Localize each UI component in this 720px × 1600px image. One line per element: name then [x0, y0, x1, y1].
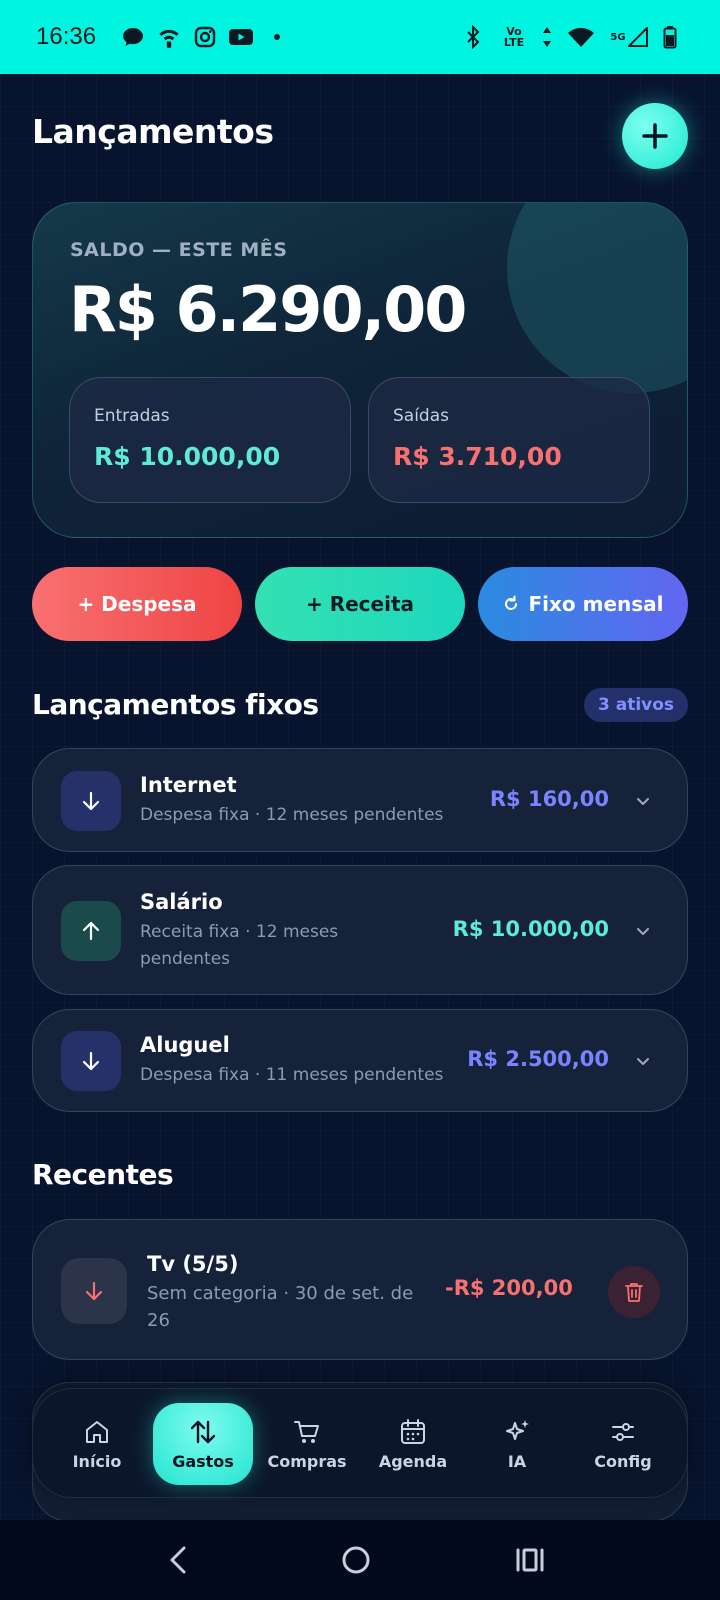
volte-bottom-text: LTE	[503, 36, 525, 49]
fixed-section-title: Lançamentos fixos	[32, 688, 319, 721]
income-icon-box	[61, 901, 121, 961]
recent-icon-box	[61, 1258, 127, 1324]
add-fixed-monthly-button[interactable]: Fixo mensal	[478, 567, 688, 641]
recent-item-tv[interactable]: Tv (5/5) Sem categoria · 30 de set. de 2…	[32, 1219, 688, 1360]
status-time: 16:36	[36, 23, 97, 50]
cart-icon	[294, 1420, 319, 1443]
swap-vertical-icon	[190, 1420, 216, 1443]
youtube-icon	[226, 22, 256, 52]
expense-card: Saídas R$ 3.710,00	[368, 377, 650, 503]
balance-value: R$ 6.290,00	[69, 273, 467, 346]
plus-icon	[642, 123, 668, 149]
back-button[interactable]	[164, 1544, 194, 1576]
home-icon	[86, 1420, 108, 1443]
back-icon	[170, 1546, 186, 1574]
network-type: 5G	[610, 31, 626, 43]
fixed-item-amount: R$ 160,00	[489, 787, 609, 811]
fixed-item-subtitle: Despesa fixa · 12 meses pendentes	[140, 805, 444, 825]
data-arrows-icon	[540, 22, 554, 52]
add-income-button[interactable]: + Receita	[255, 567, 465, 641]
bottom-nav: Início Gastos Compras Agenda IA Config	[32, 1388, 688, 1498]
nav-item-ia[interactable]: IA	[467, 1403, 567, 1485]
add-expense-label: + Despesa	[77, 592, 197, 616]
dot-icon	[262, 22, 292, 52]
nav-label: IA	[507, 1451, 527, 1471]
recent-item-amount: -R$ 200,00	[445, 1276, 573, 1300]
active-count-badge: 3 ativos	[584, 688, 688, 722]
nav-item-gastos[interactable]: Gastos	[153, 1403, 253, 1485]
battery-icon	[662, 22, 678, 52]
trash-icon	[625, 1283, 643, 1302]
nav-item-agenda[interactable]: Agenda	[363, 1403, 463, 1485]
arrow-up-icon	[82, 921, 100, 941]
expense-value: R$ 3.710,00	[393, 442, 562, 471]
balance-card: SALDO — ESTE MÊS R$ 6.290,00 Entradas R$…	[32, 202, 688, 538]
instagram-icon	[190, 22, 220, 52]
delete-button[interactable]	[608, 1266, 660, 1318]
fixed-item-name: Aluguel	[140, 1033, 230, 1057]
expense-label: Saídas	[393, 406, 449, 426]
fixed-item-name: Salário	[140, 890, 223, 914]
recents-button[interactable]	[514, 1544, 546, 1576]
add-income-label: + Receita	[305, 592, 415, 616]
nav-item-inicio[interactable]: Início	[47, 1403, 147, 1485]
chevron-down-icon[interactable]	[633, 791, 653, 811]
recents-icon	[516, 1548, 544, 1572]
fixed-item-amount: R$ 10.000,00	[452, 917, 609, 941]
income-card: Entradas R$ 10.000,00	[69, 377, 351, 503]
fixed-item-aluguel[interactable]: Aluguel Despesa fixa · 11 meses pendente…	[32, 1009, 688, 1112]
arrow-down-icon	[85, 1281, 103, 1301]
5g-signal-icon: 5G	[608, 22, 650, 52]
bluetooth-icon	[458, 22, 488, 52]
nav-label: Agenda	[378, 1451, 448, 1471]
recent-section-title: Recentes	[32, 1158, 174, 1191]
sliders-icon	[612, 1422, 634, 1441]
status-bar: 16:36 Vo LTE 5G	[0, 0, 720, 74]
add-expense-button[interactable]: + Despesa	[32, 567, 242, 641]
add-fixed-monthly-label: Fixo mensal	[528, 592, 664, 616]
fixed-item-amount: R$ 2.500,00	[467, 1047, 609, 1071]
income-label: Entradas	[94, 406, 170, 426]
system-nav-bar	[0, 1520, 720, 1600]
fixed-item-subtitle: Despesa fixa · 11 meses pendentes	[140, 1065, 444, 1085]
expense-icon-box	[61, 1031, 121, 1091]
income-value: R$ 10.000,00	[94, 442, 281, 471]
nav-label: Config	[594, 1451, 652, 1471]
arrow-down-icon	[82, 1051, 100, 1071]
wifi-call-icon	[154, 22, 184, 52]
volte-icon: Vo LTE	[500, 22, 528, 52]
fixed-item-subtitle: Receita fixa · 12 meses pendentes	[140, 922, 339, 969]
calendar-icon	[401, 1418, 425, 1444]
arrow-down-icon	[82, 791, 100, 811]
refresh-icon	[505, 595, 518, 610]
chat-bubble-icon	[118, 22, 148, 52]
nav-label: Início	[72, 1451, 122, 1471]
nav-label: Gastos	[172, 1451, 234, 1471]
expense-icon-box	[61, 771, 121, 831]
fixed-item-salario[interactable]: Salário Receita fixa · 12 meses pendente…	[32, 865, 688, 995]
recent-item-name: Tv (5/5)	[147, 1252, 239, 1276]
sparkles-icon	[506, 1419, 529, 1440]
chevron-down-icon[interactable]	[633, 921, 653, 941]
nav-label: Compras	[267, 1451, 347, 1471]
fixed-item-name: Internet	[140, 773, 237, 797]
add-button[interactable]	[622, 103, 688, 169]
chevron-down-icon[interactable]	[633, 1051, 653, 1071]
balance-glow	[507, 203, 687, 393]
nav-item-config[interactable]: Config	[573, 1403, 673, 1485]
wifi-icon	[566, 22, 596, 52]
balance-label: SALDO — ESTE MÊS	[70, 239, 288, 261]
fixed-item-internet[interactable]: Internet Despesa fixa · 12 meses pendent…	[32, 748, 688, 852]
page-title: Lançamentos	[32, 112, 274, 151]
home-circle-icon	[342, 1546, 370, 1574]
nav-item-compras[interactable]: Compras	[257, 1403, 357, 1485]
recent-item-subtitle: Sem categoria · 30 de set. de 26	[147, 1283, 414, 1331]
home-button[interactable]	[340, 1544, 372, 1576]
